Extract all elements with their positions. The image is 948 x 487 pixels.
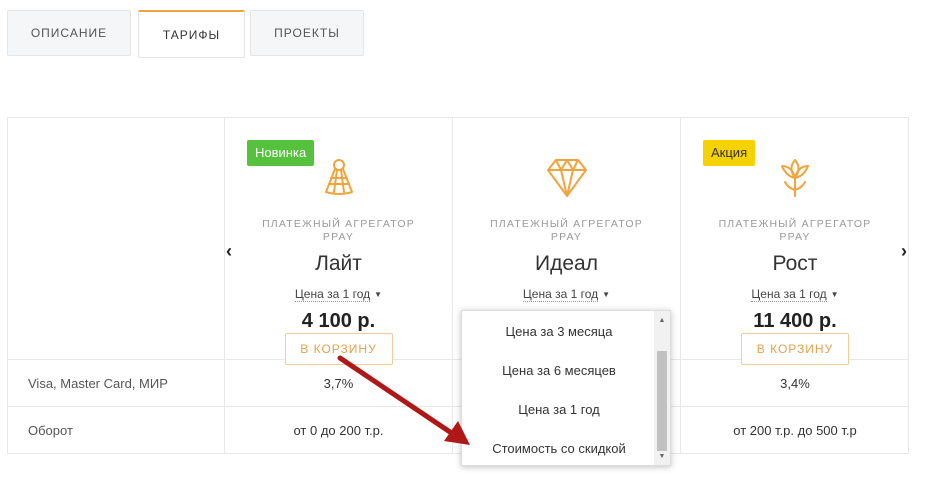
next-arrow-icon[interactable]: › (894, 241, 914, 261)
tab-tariffs[interactable]: ТАРИФЫ (138, 10, 245, 58)
scroll-thumb[interactable] (657, 351, 667, 451)
period-label: Цена за 1 год (522, 287, 599, 302)
tab-description[interactable]: ОПИСАНИЕ (7, 10, 131, 56)
plan-name: Лайт (315, 252, 362, 275)
add-to-cart-button[interactable]: В КОРЗИНУ (284, 333, 393, 365)
plan-price: 11 400 р. (753, 310, 837, 332)
feature-label: Оборот (28, 423, 73, 438)
dropdown-scrollbar[interactable]: ▲ ▼ (654, 311, 670, 465)
feature-value: 3,7% (323, 376, 354, 391)
dropdown-option[interactable]: Цена за 3 месяца (462, 324, 656, 339)
plan-price: 4 100 р. (301, 310, 376, 332)
period-selector[interactable]: Цена за 1 год ▼ (225, 287, 452, 302)
caret-down-icon: ▼ (374, 290, 383, 300)
plan-card-lite: Новинка ПЛАТЕЖНЫЙ АГРЕГАТОР PPAY Лайт Це… (225, 118, 452, 365)
plan-subtitle: ПЛАТЕЖНЫЙ АГРЕГАТОР PPAY (490, 218, 643, 243)
period-dropdown: Цена за 3 месяца Цена за 6 месяцев Цена … (461, 310, 671, 466)
row-divider (8, 406, 908, 407)
feature-value: 3,4% (780, 376, 810, 391)
badge-new: Новинка (247, 140, 315, 166)
plan-name: Идеал (535, 252, 598, 275)
period-label: Цена за 1 год (294, 287, 371, 302)
dropdown-option[interactable]: Цена за 6 месяцев (462, 363, 656, 378)
plan-name: Рост (772, 252, 818, 275)
shuttlecock-icon (324, 159, 353, 195)
feature-value: от 0 до 200 т.р. (293, 423, 384, 438)
flower-icon (781, 159, 809, 197)
feature-label: Visa, Master Card, МИР (28, 376, 168, 391)
prev-arrow-icon[interactable]: ‹ (219, 241, 239, 261)
scroll-down-icon[interactable]: ▼ (654, 449, 670, 463)
diamond-icon (546, 159, 587, 197)
tab-projects[interactable]: ПРОЕКТЫ (250, 10, 364, 56)
caret-down-icon: ▼ (602, 290, 611, 300)
dropdown-option[interactable]: Стоимость со скидкой (462, 441, 656, 456)
period-label: Цена за 1 год (751, 287, 827, 302)
period-selector[interactable]: Цена за 1 год ▼ (453, 287, 680, 302)
plan-card-growth: Акция ПЛАТЕЖНЫЙ АГРЕГАТОР PPAY Рост Цена… (681, 118, 909, 365)
add-to-cart-button[interactable]: В КОРЗИНУ (741, 333, 849, 365)
feature-value: от 200 т.р. до 500 т.р (733, 423, 857, 438)
caret-down-icon: ▼ (830, 290, 839, 300)
dropdown-option[interactable]: Цена за 1 год (462, 402, 656, 417)
scroll-up-icon[interactable]: ▲ (654, 313, 670, 327)
plan-subtitle: ПЛАТЕЖНЫЙ АГРЕГАТОР PPAY (262, 218, 415, 243)
tariff-table: Новинка ПЛАТЕЖНЫЙ АГРЕГАТОР PPAY Лайт Це… (7, 117, 909, 454)
plan-subtitle: ПЛАТЕЖНЫЙ АГРЕГАТОР PPAY (718, 218, 872, 243)
period-selector[interactable]: Цена за 1 год ▼ (681, 287, 909, 302)
badge-sale: Акция (703, 140, 756, 166)
